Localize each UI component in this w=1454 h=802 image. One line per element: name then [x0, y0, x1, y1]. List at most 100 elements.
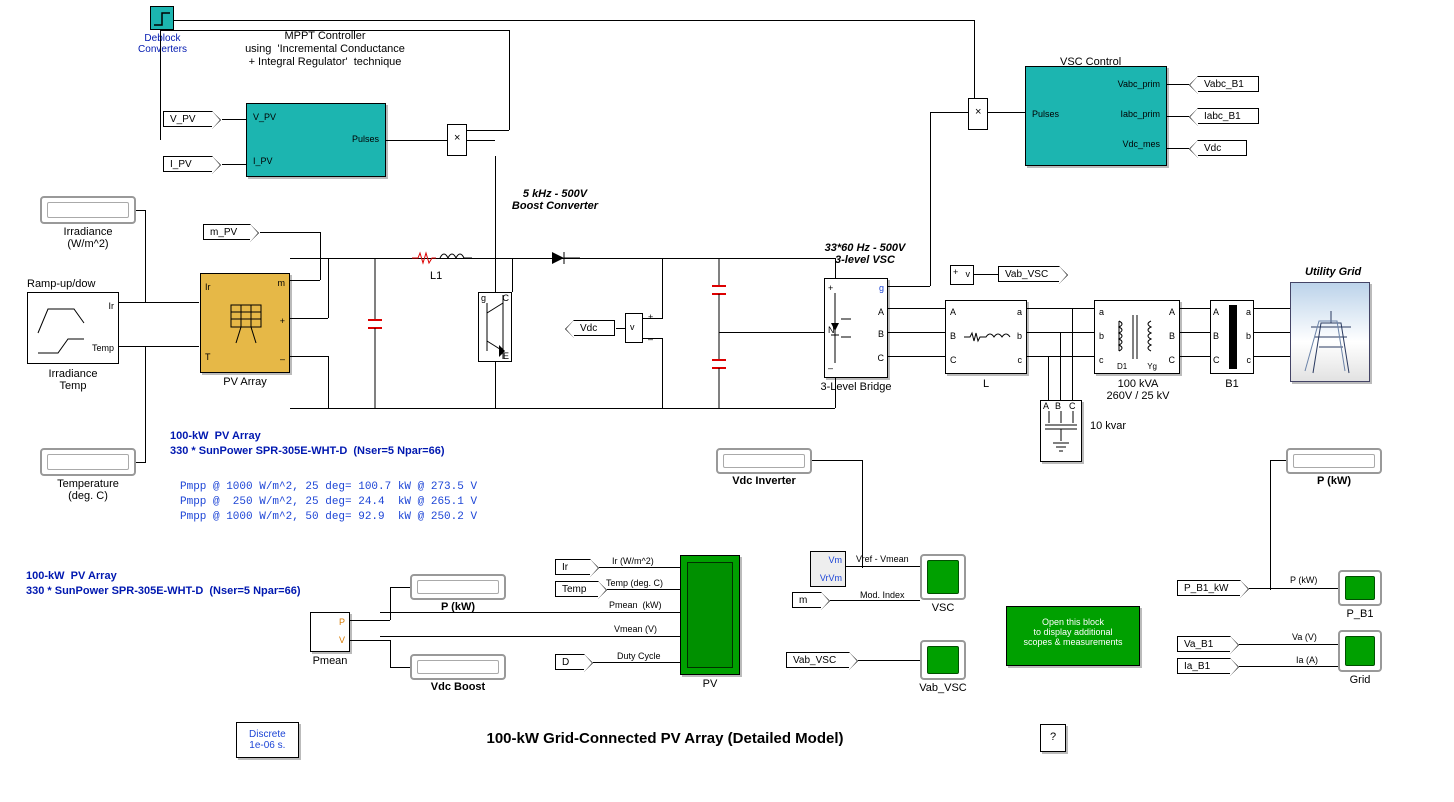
tag-ipv[interactable]: I_PV	[163, 156, 213, 172]
display-vdc-inverter-label: Vdc Inverter	[716, 475, 812, 487]
cap-bank-block[interactable]: A B C	[1040, 400, 1082, 462]
vsc-control-block[interactable]: Pulses Vabc_prim Iabc_prim Vdc_mes	[1025, 66, 1167, 166]
help-block[interactable]: ?	[1040, 724, 1066, 752]
vsc-hdr: 33*60 Hz - 500V 3-level VSC	[790, 242, 940, 266]
mppt-out-pulses: Pulses	[352, 134, 379, 144]
tag-vabc-b1[interactable]: Vabc_B1	[1197, 76, 1259, 92]
vm-vrvm-block[interactable]: Vm VrVm	[810, 551, 846, 587]
pv-port-ir: Ir	[205, 282, 211, 292]
source-block[interactable]: Ir Temp	[27, 292, 119, 364]
bus-b1-label: B1	[1210, 378, 1254, 390]
cap-bank-label: 10 kvar	[1090, 420, 1126, 432]
three-level-bridge[interactable]: g A B C + N –	[824, 278, 888, 378]
l-filter-block[interactable]: A B C a b c	[945, 300, 1027, 374]
tag-vdc[interactable]: Vdc	[573, 320, 615, 336]
display-pkw2[interactable]	[1286, 448, 1382, 474]
pv-info-h2: 330 * SunPower SPR-305E-WHT-D (Nser=5 Np…	[170, 445, 444, 457]
grid-sig-ia: Ia (A)	[1296, 655, 1318, 665]
mppt-title: MPPT Controller using 'Incremental Condu…	[220, 30, 430, 69]
tag-temp[interactable]: Temp	[555, 581, 599, 597]
multiply-block-2[interactable]: ×	[968, 98, 988, 130]
pv-array-block[interactable]: Ir T m + –	[200, 273, 290, 373]
pv-sig1: Ir (W/m^2)	[612, 556, 654, 566]
tag-vab-vsc2[interactable]: Vab_VSC	[786, 652, 850, 668]
pv-port-m: m	[278, 278, 286, 288]
vmeter-vab[interactable]: + v	[950, 265, 974, 285]
capacitor-input	[368, 258, 382, 408]
p-b1-scope-label: P_B1	[1336, 608, 1384, 620]
display-vdc-boost[interactable]	[410, 654, 506, 680]
pmean-label: Pmean	[305, 655, 355, 667]
vsc-sig2: Mod. Index	[860, 590, 905, 600]
three-level-bridge-label: 3-Level Bridge	[810, 381, 902, 393]
vsc-scope-label: VSC	[920, 602, 966, 614]
pv-port-minus: –	[280, 354, 285, 364]
tag-va-b1[interactable]: Va_B1	[1177, 636, 1231, 652]
tag-d[interactable]: D	[555, 654, 585, 670]
vsc-scope[interactable]	[920, 554, 966, 600]
grid-scope[interactable]	[1338, 630, 1382, 672]
tag-iabc-b1[interactable]: Iabc_B1	[1197, 108, 1259, 124]
tag-ia-b1[interactable]: Ia_B1	[1177, 658, 1231, 674]
vmeter-minus: –	[648, 334, 653, 344]
display-pkw[interactable]	[410, 574, 506, 600]
pv-sig2: Temp (deg. C)	[606, 578, 663, 588]
tag-p-b1-kw[interactable]: P_B1_kW	[1177, 580, 1241, 596]
irradiance-display-label: Irradiance (W/m^2)	[40, 226, 136, 250]
pv-scope-label: PV	[680, 678, 740, 690]
temperature-display[interactable]	[40, 448, 136, 476]
inductor-l1	[412, 249, 472, 267]
vmeter-plus: +	[648, 312, 653, 322]
tag-vdc2[interactable]: Vdc	[1197, 140, 1247, 156]
pv-port-plus: +	[280, 316, 285, 326]
capacitor-dc2	[712, 332, 726, 412]
pmean-block[interactable]: P V	[310, 612, 350, 652]
vmeter-block[interactable]: v	[625, 313, 643, 343]
multiply-block-1[interactable]: ×	[447, 124, 467, 156]
tag-ir[interactable]: Ir	[555, 559, 591, 575]
p-b1-scope[interactable]	[1338, 570, 1382, 606]
utility-grid-block[interactable]	[1290, 282, 1370, 382]
grid-sig-va: Va (V)	[1292, 632, 1317, 642]
pv-array-label: PV Array	[200, 376, 290, 388]
tag-m[interactable]: m	[792, 592, 822, 608]
pv-scope[interactable]	[680, 555, 740, 675]
grid-scope-label: Grid	[1336, 674, 1384, 686]
tag-mpv[interactable]: m_PV	[203, 224, 251, 240]
deblock-converters-label: Deblock Converters	[125, 33, 200, 55]
transformer-block[interactable]: a b c A B C D1 Yg	[1094, 300, 1180, 374]
pv-port-t: T	[205, 352, 211, 362]
vab-vsc-scope-label: Vab_VSC	[908, 682, 978, 694]
irradiance-display[interactable]	[40, 196, 136, 224]
pb1-sig: P (kW)	[1290, 575, 1317, 585]
display-vdc-inverter[interactable]	[716, 448, 812, 474]
pv-info-l2: Pmpp @ 250 W/m^2, 25 deg= 24.4 kW @ 265.…	[180, 495, 477, 509]
source-title: Ramp-up/dow	[27, 278, 95, 290]
tag-vpv[interactable]: V_PV	[163, 111, 213, 127]
bus-b1[interactable]: A B C a b c	[1210, 300, 1254, 374]
pv-info-l3: Pmpp @ 1000 W/m^2, 50 deg= 92.9 kW @ 250…	[180, 510, 477, 524]
diode-boost	[550, 250, 580, 266]
pv-sig4: Vmean (V)	[614, 624, 657, 634]
vsc-sig1: Vref - Vmean	[856, 554, 909, 564]
pv-info-l1: Pmpp @ 1000 W/m^2, 25 deg= 100.7 kW @ 27…	[180, 480, 477, 494]
step-block[interactable]	[150, 6, 174, 30]
temperature-display-label: Temperature (deg. C)	[40, 478, 136, 502]
pv-sig5: Duty Cycle	[617, 651, 661, 661]
pv-info2-h2: 330 * SunPower SPR-305E-WHT-D (Nser=5 Np…	[26, 585, 300, 597]
open-info-block[interactable]: Open this block to display additional sc…	[1006, 606, 1140, 666]
model-title: 100-kW Grid-Connected PV Array (Detailed…	[430, 730, 900, 747]
tag-vab-vsc[interactable]: Vab_VSC	[998, 266, 1060, 282]
powergui-block[interactable]: Discrete 1e-06 s.	[236, 722, 299, 758]
igbt-block[interactable]: g C E	[478, 292, 512, 362]
display-pkw2-label: P (kW)	[1286, 475, 1382, 487]
vab-vsc-scope[interactable]	[920, 640, 966, 680]
display-vdc-boost-label: Vdc Boost	[410, 681, 506, 693]
mppt-controller-block[interactable]: V_PV I_PV Pulses	[246, 103, 386, 177]
source-block-label: Irradiance Temp	[27, 368, 119, 392]
boost-label: 5 kHz - 500V Boost Converter	[480, 188, 630, 212]
open-info-text: Open this block to display additional sc…	[1007, 607, 1139, 657]
transformer-label: 100 kVA 260V / 25 kV	[1088, 378, 1188, 402]
pv-info-h1: 100-kW PV Array	[170, 430, 261, 442]
pv-sig3: Pmean (kW)	[609, 600, 662, 610]
